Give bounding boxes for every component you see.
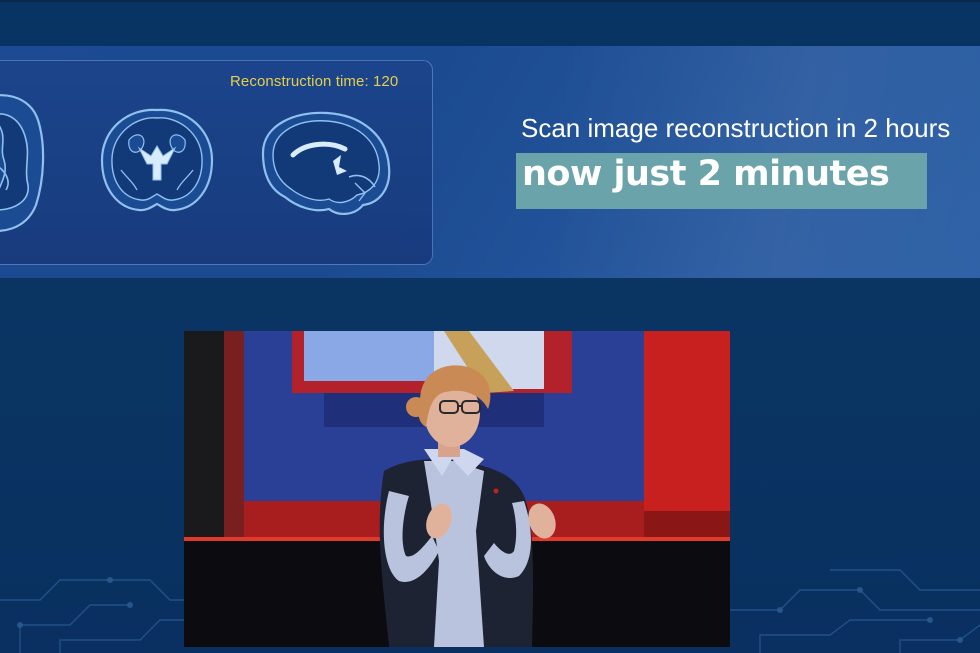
brain-side-icon [261,111,391,215]
brain-illustrations [0,94,391,232]
brain-coronal-icon [100,108,214,212]
speaker-video-feed [184,331,730,647]
presentation-frame: Reconstruction time: 120 Scan image reco… [0,0,980,653]
headline-line-2: now just 2 minutes [522,154,890,194]
headline-line-1: Scan image reconstruction in 2 hours [521,113,951,143]
top-strip [0,0,980,46]
brain-sagittal-icon [0,94,45,232]
